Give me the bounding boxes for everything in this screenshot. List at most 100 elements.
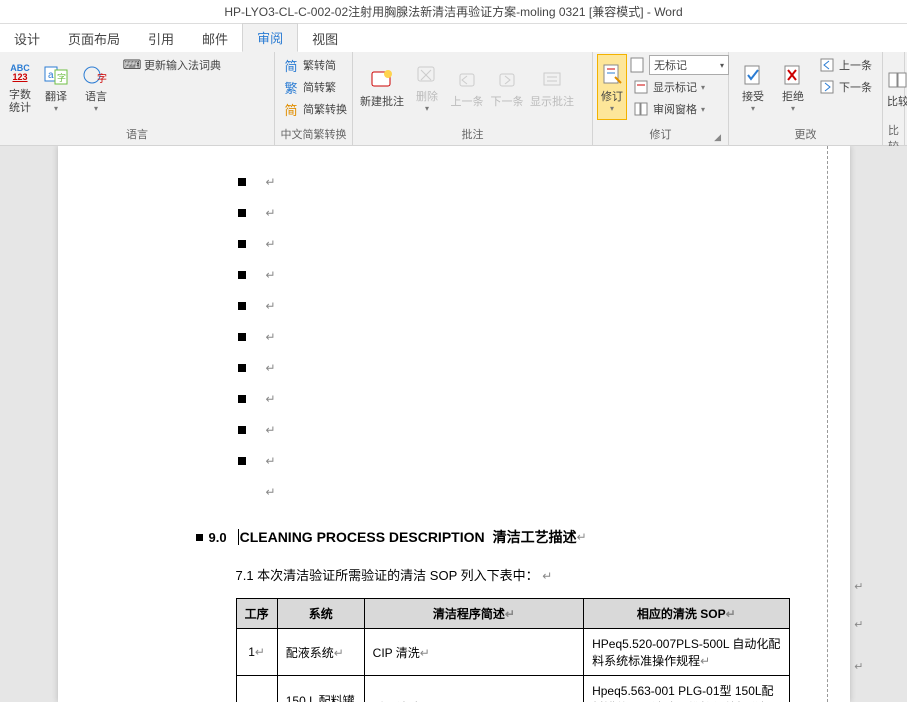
markup-icon — [633, 79, 649, 95]
chevron-down-icon: ▾ — [791, 104, 795, 113]
accept-button[interactable]: 接受 ▾ — [733, 54, 773, 120]
list-item[interactable]: ↵ — [238, 321, 790, 352]
tab-mailings[interactable]: 邮件 — [188, 25, 242, 52]
reject-icon — [779, 61, 807, 89]
list-item[interactable]: ↵ — [238, 290, 790, 321]
cell-process[interactable]: 2↵ — [236, 676, 277, 702]
update-ime-dict-button[interactable]: ⌨ 更新输入法词典 — [120, 54, 225, 76]
chevron-down-icon: ▾ — [701, 83, 705, 92]
th-process: 工序 — [236, 599, 277, 629]
bullet-icon — [238, 364, 246, 372]
cell-sop[interactable]: HPeq5.520-007PLS-500L 自动化配料系统标准操作规程↵ — [584, 629, 789, 676]
prev-comment-button[interactable]: 上一条 — [447, 54, 487, 120]
simp-icon: 繁 — [283, 79, 299, 95]
page[interactable]: ↵ ↵ ↵ ↵ ↵ ↵ ↵ ↵ ↵ ↵ ↵ 9.0 CLEANING PROCE… — [58, 146, 850, 702]
delete-comment-button[interactable]: 删除 ▾ — [407, 54, 447, 120]
keyboard-icon: ⌨ — [124, 57, 140, 73]
tab-design[interactable]: 设计 — [0, 25, 54, 52]
tab-view[interactable]: 视图 — [298, 25, 352, 52]
paragraph-mark-icon: ↵ — [266, 423, 276, 437]
show-comments-button[interactable]: 显示批注 — [527, 54, 577, 120]
cell-system[interactable]: 150 L 配料罐↵ — [277, 676, 364, 702]
cell-procedure[interactable]: CIP 清洗↵ — [364, 629, 583, 676]
compare-button[interactable]: 比较 — [887, 54, 907, 120]
track-changes-button[interactable]: 修订 ▾ — [597, 54, 627, 120]
row-end-mark-icon: ↵ — [854, 660, 863, 673]
bullet-icon — [196, 534, 203, 541]
tab-review[interactable]: 审阅 — [242, 23, 298, 52]
row-end-mark-icon: ↵ — [854, 618, 863, 631]
show-markup-button[interactable]: 显示标记 ▾ — [629, 76, 729, 98]
list-item[interactable]: ↵ — [238, 197, 790, 228]
translate-icon: a字 — [42, 61, 70, 89]
bullet-icon — [238, 333, 246, 341]
language-icon: 字 — [82, 61, 110, 89]
prev-change-button[interactable]: 上一条 — [815, 54, 876, 76]
th-procedure: 清洁程序简述↵ — [364, 599, 583, 629]
tab-page-layout[interactable]: 页面布局 — [54, 25, 134, 52]
cell-procedure[interactable]: 手工清洗↵ — [364, 676, 583, 702]
list-item[interactable]: ↵ — [238, 259, 790, 290]
paragraph-mark-icon: ↵ — [266, 454, 276, 468]
list-item[interactable]: ↵ — [238, 166, 790, 197]
window-title: HP-LYO3-CL-C-002-02注射用胸腺法新清洁再验证方案-moling… — [0, 0, 907, 24]
translate-button[interactable]: a字 翻译 ▾ — [36, 54, 76, 120]
heading-text-cn: 清洁工艺描述 — [493, 527, 577, 547]
simp-trad-convert-button[interactable]: 简 简繁转换 — [279, 98, 351, 120]
list-item[interactable]: ↵ — [238, 445, 790, 476]
chevron-down-icon: ▾ — [720, 61, 724, 70]
delete-icon — [413, 61, 441, 89]
paragraph-mark-icon: ↵ — [266, 392, 276, 406]
new-comment-button[interactable]: 新建批注 — [357, 54, 407, 120]
chevron-down-icon: ▾ — [701, 105, 705, 114]
compare-icon — [884, 66, 907, 94]
paragraph[interactable]: 7.1 本次清洁验证所需验证的清洁 SOP 列入下表中： ↵ — [236, 565, 790, 584]
language-button[interactable]: 字 语言 ▾ — [76, 54, 116, 120]
convert-icon: 简 — [283, 101, 299, 117]
text-cursor — [238, 529, 239, 545]
abc-icon: ABC 123 — [6, 59, 34, 87]
ribbon: ABC 123 字数 统计 a字 翻译 ▾ 字 语言 ▾ — [0, 52, 907, 146]
chevron-down-icon: ▾ — [94, 104, 98, 113]
bullet-icon — [238, 395, 246, 403]
ribbon-tabs: 设计 页面布局 引用 邮件 审阅 视图 — [0, 24, 907, 52]
simp-to-trad-button[interactable]: 繁 简转繁 — [279, 76, 351, 98]
list-item[interactable]: ↵ — [238, 228, 790, 259]
bullet-icon — [238, 240, 246, 248]
group-label-conversion: 中文简繁转换 — [279, 124, 348, 145]
chevron-down-icon: ▾ — [610, 104, 614, 113]
section-heading[interactable]: 9.0 CLEANING PROCESS DESCRIPTION 清洁工艺描述 … — [196, 527, 790, 547]
cell-sop[interactable]: Hpeq5.563-001 PLG-01型 150L配料罐使用、清洁与维护保养标… — [584, 676, 789, 702]
list-item[interactable]: ↵ — [238, 352, 790, 383]
paragraph-mark-icon: ↵ — [266, 485, 276, 499]
reviewing-pane-button[interactable]: 审阅窗格 ▾ — [629, 98, 729, 120]
table-row[interactable]: 2↵ 150 L 配料罐↵ 手工清洗↵ Hpeq5.563-001 PLG-01… — [236, 676, 789, 702]
dialog-launcher-icon[interactable]: ◢ — [714, 132, 721, 143]
list-item[interactable]: ↵ — [266, 476, 790, 507]
next-change-button[interactable]: 下一条 — [815, 76, 876, 98]
display-for-review-select[interactable]: 无标记 ▾ — [629, 54, 729, 76]
new-comment-icon — [368, 66, 396, 94]
bullet-icon — [238, 271, 246, 279]
trad-to-simp-button[interactable]: 简 繁转简 — [279, 54, 351, 76]
cell-system[interactable]: 配液系统↵ — [277, 629, 364, 676]
svg-text:字: 字 — [57, 72, 66, 83]
list-item[interactable]: ↵ — [238, 414, 790, 445]
next-comment-button[interactable]: 下一条 — [487, 54, 527, 120]
tab-references[interactable]: 引用 — [134, 25, 188, 52]
paragraph-mark-icon: ↵ — [542, 569, 552, 583]
list-item[interactable]: ↵ — [238, 383, 790, 414]
table-row[interactable]: 1↵ 配液系统↵ CIP 清洗↵ HPeq5.520-007PLS-500L 自… — [236, 629, 789, 676]
document-area[interactable]: ↵ ↵ ↵ ↵ ↵ ↵ ↵ ↵ ↵ ↵ ↵ 9.0 CLEANING PROCE… — [0, 146, 907, 702]
doc-icon — [629, 57, 645, 73]
word-count-button[interactable]: ABC 123 字数 统计 — [4, 54, 36, 120]
bullet-icon — [238, 426, 246, 434]
sop-table[interactable]: 工序 系统 清洁程序简述↵ 相应的清洗 SOP↵ 1↵ 配液系统↵ CIP 清洗… — [236, 598, 790, 702]
paragraph-mark-icon: ↵ — [266, 330, 276, 344]
th-system: 系统 — [277, 599, 364, 629]
reject-button[interactable]: 拒绝 ▾ — [773, 54, 813, 120]
group-label-tracking: 修订 ◢ — [597, 124, 724, 145]
prev-icon — [453, 66, 481, 94]
next-change-icon — [819, 79, 835, 95]
cell-process[interactable]: 1↵ — [236, 629, 277, 676]
